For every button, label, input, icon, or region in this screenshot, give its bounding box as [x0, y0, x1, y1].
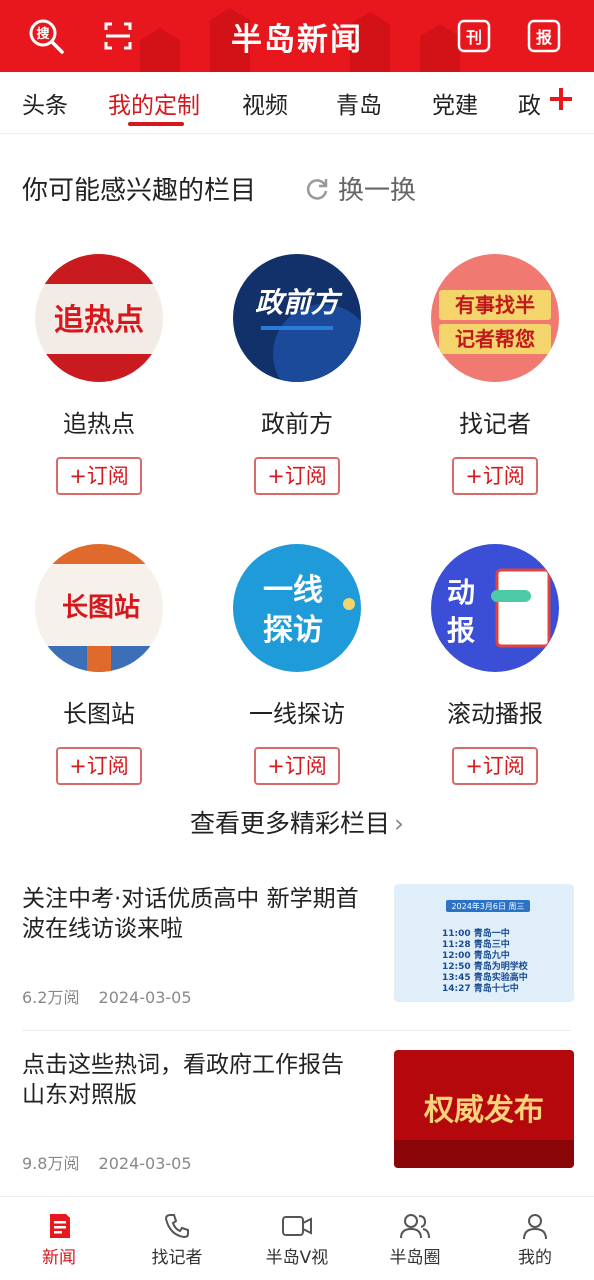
- nav-label: 新闻: [42, 1248, 76, 1268]
- refresh-button[interactable]: 换一换: [304, 170, 416, 207]
- subscribe-button[interactable]: +订阅: [452, 457, 538, 495]
- refresh-label: 换一换: [338, 176, 417, 206]
- nav-news[interactable]: 新闻: [0, 1211, 118, 1268]
- svg-text:动: 动: [447, 576, 475, 609]
- bottom-navigation: 新闻 找记者 半岛V视 半岛圈 我的: [0, 1196, 594, 1280]
- subscribe-button[interactable]: +订阅: [254, 747, 340, 785]
- add-channel-icon[interactable]: [548, 86, 574, 112]
- app-logo: 半岛新闻: [231, 22, 363, 58]
- svg-text:12:50 青岛为明学校: 12:50 青岛为明学校: [442, 960, 529, 972]
- nav-label: 半岛V视: [265, 1248, 329, 1268]
- newspaper-glyph: 报: [535, 28, 552, 47]
- svg-text:有事找半: 有事找半: [455, 293, 535, 317]
- nav-label: 我的: [518, 1248, 552, 1268]
- community-icon: [400, 1214, 430, 1239]
- nav-find-reporter[interactable]: 找记者: [118, 1211, 236, 1268]
- cover-text: 长图站: [62, 593, 140, 623]
- news-meta: 9.8万阅 2024-03-05: [22, 1150, 206, 1174]
- svg-text:报: 报: [447, 614, 475, 647]
- news-title: 点击这些热词，看政府工作报告山东对照版: [22, 1052, 344, 1108]
- nav-community[interactable]: 半岛圈: [356, 1211, 474, 1268]
- thumb-text: 权威发布: [423, 1093, 544, 1128]
- svg-text:13:45 青岛实验高中: 13:45 青岛实验高中: [442, 971, 528, 983]
- svg-text:12:00 青岛九中: 12:00 青岛九中: [442, 949, 510, 961]
- column-card: 动 报 滚动播报 +订阅: [396, 544, 594, 785]
- column-cover[interactable]: 长图站: [35, 544, 163, 672]
- column-name: 长图站: [63, 700, 135, 728]
- column-card: 长图站 长图站 +订阅: [0, 544, 198, 785]
- news-title: 关注中考·对话优质高中 新学期首波在线访谈来啦: [22, 886, 359, 942]
- chevron-right-icon: ›: [394, 809, 404, 838]
- svg-text:探访: 探访: [263, 613, 323, 648]
- nav-label: 半岛圈: [389, 1248, 441, 1268]
- svg-text:11:28 青岛三中: 11:28 青岛三中: [442, 938, 510, 950]
- nav-profile[interactable]: 我的: [476, 1211, 594, 1268]
- refresh-icon: [306, 178, 328, 200]
- tab-qingdao[interactable]: 青岛: [336, 86, 382, 120]
- news-divider: [22, 1030, 572, 1031]
- cover-text: 政前方: [255, 286, 343, 319]
- column-cover[interactable]: 一线 探访: [233, 544, 361, 672]
- tab-video[interactable]: 视频: [242, 86, 288, 120]
- svg-text:14:27 青岛十七中: 14:27 青岛十七中: [442, 982, 519, 994]
- column-card: 一线 探访 一线探访 +订阅: [198, 544, 396, 785]
- column-cover[interactable]: 有事找半 记者帮您: [431, 254, 559, 382]
- subscribe-button[interactable]: +订阅: [452, 747, 538, 785]
- svg-text:记者帮您: 记者帮您: [455, 327, 535, 351]
- news-thumbnail: 2024年3月6日 周三 11:00 青岛一中 11:28 青岛三中 12:00…: [394, 884, 574, 1002]
- recommend-title: 你可能感兴趣的栏目: [22, 176, 257, 206]
- app-header: 搜 半岛新闻 刊 报: [0, 0, 594, 72]
- more-columns-label: 查看更多精彩栏目: [189, 809, 390, 838]
- phone-icon: [164, 1214, 189, 1239]
- column-cover[interactable]: 政前方: [233, 254, 361, 382]
- profile-icon: [523, 1214, 547, 1240]
- channel-tabs: 头条 我的定制 视频 青岛 党建 政: [0, 72, 594, 134]
- svg-text:11:00 青岛一中: 11:00 青岛一中: [442, 927, 510, 939]
- column-cover[interactable]: 动 报: [431, 544, 559, 672]
- epaper-button[interactable]: 刊: [454, 16, 494, 56]
- column-cover[interactable]: 追热点: [35, 254, 163, 382]
- news-thumbnail: 权威发布: [394, 1050, 574, 1168]
- tab-party[interactable]: 党建: [432, 86, 478, 120]
- thumb-date: 2024年3月6日 周三: [451, 901, 524, 911]
- more-columns-link[interactable]: 查看更多精彩栏目 ›: [0, 804, 594, 840]
- news-icon: [50, 1214, 70, 1238]
- tab-politics[interactable]: 政: [518, 86, 541, 120]
- column-name: 政前方: [261, 410, 333, 438]
- news-views: 6.2万阅: [22, 988, 80, 1007]
- column-name: 滚动播报: [447, 700, 543, 728]
- active-tab-indicator: [128, 122, 184, 126]
- column-name: 一线探访: [249, 700, 345, 728]
- nav-video[interactable]: 半岛V视: [238, 1211, 356, 1268]
- column-name: 找记者: [459, 410, 531, 438]
- news-item[interactable]: 点击这些热词，看政府工作报告山东对照版 9.8万阅 2024-03-05 权威发…: [22, 1050, 574, 1200]
- subscribe-button[interactable]: +订阅: [56, 747, 142, 785]
- tab-my-custom[interactable]: 我的定制: [108, 86, 200, 120]
- nav-label: 找记者: [151, 1248, 203, 1268]
- newspaper-button[interactable]: 报: [524, 16, 564, 56]
- column-card: 政前方 政前方 +订阅: [198, 254, 396, 495]
- column-card: 追热点 追热点 +订阅: [0, 254, 198, 495]
- video-icon: [282, 1216, 312, 1236]
- cover-text: 追热点: [54, 303, 144, 338]
- news-views: 9.8万阅: [22, 1154, 80, 1173]
- news-meta: 6.2万阅 2024-03-05: [22, 984, 206, 1008]
- subscribe-button[interactable]: +订阅: [56, 457, 142, 495]
- svg-text:一线: 一线: [263, 573, 323, 608]
- news-date: 2024-03-05: [98, 1154, 192, 1173]
- news-date: 2024-03-05: [98, 988, 192, 1007]
- column-card: 有事找半 记者帮您 找记者 +订阅: [396, 254, 594, 495]
- tab-headlines[interactable]: 头条: [22, 86, 68, 120]
- news-item[interactable]: 关注中考·对话优质高中 新学期首波在线访谈来啦 6.2万阅 2024-03-05…: [22, 884, 574, 1034]
- column-name: 追热点: [63, 410, 135, 438]
- subscribe-button[interactable]: +订阅: [254, 457, 340, 495]
- epaper-glyph: 刊: [465, 28, 482, 47]
